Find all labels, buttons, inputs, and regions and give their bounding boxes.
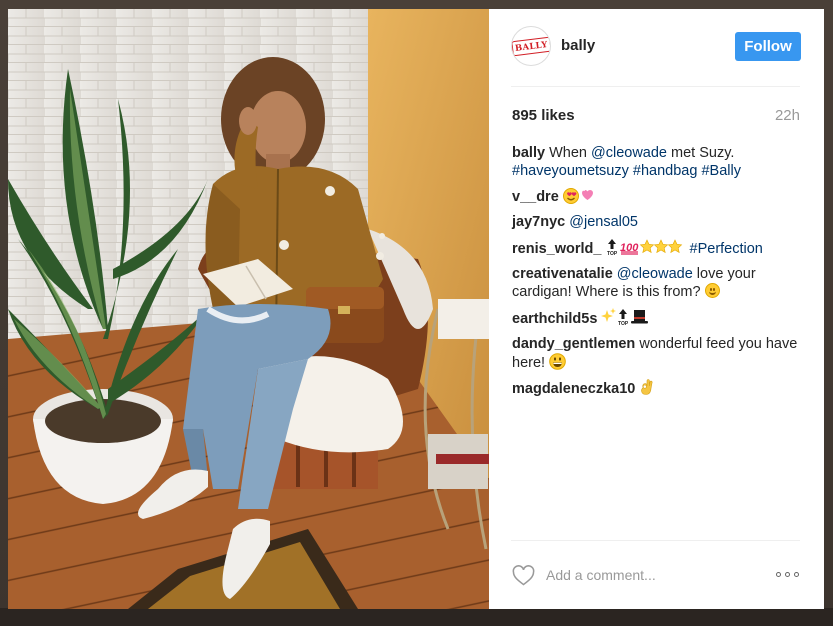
ok-hand-emoji [641,379,653,395]
smiling-face-emoji [704,283,720,298]
svg-text:TOP: TOP [607,251,618,256]
comment-item: bally When @cleowade met Suzy. #haveyoum… [512,144,802,180]
hashtag-link[interactable]: #handbag [633,163,698,179]
comment-item: v__dre [512,187,802,206]
hashtag-link[interactable]: #Bally [701,163,741,179]
post-modal: BALLY bally Follow 895 likes 22h bally W… [8,9,824,609]
sparkles-top-hat-emoji: TOP [601,308,649,326]
hashtag-link[interactable]: #Perfection [690,241,763,257]
comment-mention[interactable]: @jensal05 [569,214,638,230]
backdrop-strip [0,608,833,626]
post-side-panel: BALLY bally Follow 895 likes 22h bally W… [489,9,824,609]
grinning-face-emoji [549,353,566,370]
post-photo-illustration [8,9,489,609]
comment-item: dandy_gentlemen wonderful feed you have … [512,335,802,372]
post-header: BALLY bally Follow [489,9,824,86]
top-hundred-stars-emoji: TOP 100 [607,239,683,256]
comment-mention[interactable]: @cleowade [617,266,693,282]
post-username[interactable]: bally [561,37,595,54]
comment-author[interactable]: dandy_gentlemen [512,336,635,352]
post-photo[interactable] [8,9,489,609]
comment-list: bally When @cleowade met Suzy. #haveyoum… [512,144,802,405]
comment-author[interactable]: v__dre [512,189,559,205]
comment-item: magdaleneczka10 [512,379,802,398]
heart-eyes-emoji [562,188,593,204]
comment-author[interactable]: renis_world_ [512,241,601,257]
comment-author[interactable]: bally [512,145,545,161]
comment-item: renis_world_ TOP 100 #Perfection [512,238,802,258]
comment-item: creativenatalie @cleowade love your card… [512,265,802,301]
comment-item: earthchild5s TOP [512,308,802,328]
footer-divider [511,540,800,541]
likes-count[interactable]: 895 likes [512,107,575,124]
comment-author[interactable]: magdaleneczka10 [512,381,635,397]
svg-text:TOP: TOP [618,321,629,326]
comment-author[interactable]: creativenatalie [512,266,613,282]
avatar[interactable]: BALLY [511,26,551,66]
more-options-icon[interactable] [776,570,802,580]
heart-icon[interactable] [512,565,535,586]
comment-mention[interactable]: @cleowade [591,145,667,161]
comment-author[interactable]: jay7nyc [512,214,565,230]
comment-text: When [549,145,591,161]
header-divider [511,86,800,87]
bally-logo: BALLY [512,36,550,56]
comment-author[interactable]: earthchild5s [512,311,597,327]
add-comment-input[interactable] [546,565,746,585]
comment-text: met Suzy. [666,145,735,161]
comment-item: jay7nyc @jensal05 [512,213,802,231]
post-time[interactable]: 22h [775,107,800,124]
hashtag-link[interactable]: #haveyoumetsuzy [512,163,629,179]
follow-button[interactable]: Follow [735,32,801,61]
